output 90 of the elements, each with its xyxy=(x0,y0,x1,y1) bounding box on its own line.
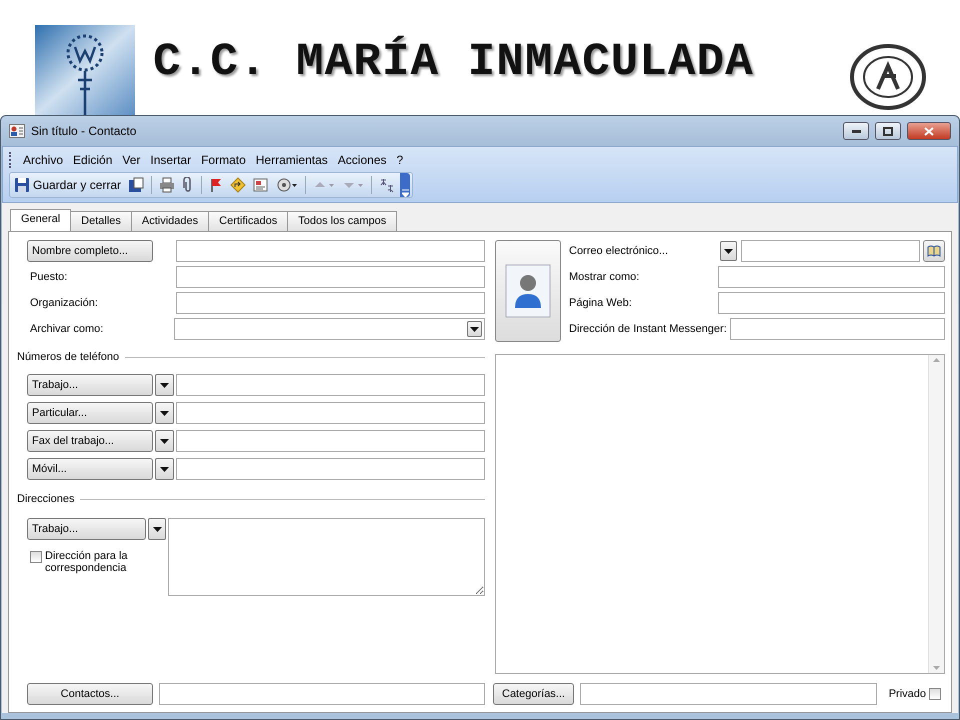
toolbar-options-icon xyxy=(402,189,409,197)
field-label: Mostrar como: xyxy=(569,271,640,283)
dropdown-arrow-icon xyxy=(724,248,733,254)
book-icon xyxy=(927,245,941,257)
tab[interactable]: General xyxy=(10,209,72,231)
input-field[interactable] xyxy=(580,683,877,705)
menu-item[interactable]: ? xyxy=(392,150,408,168)
tab[interactable]: Detalles xyxy=(70,211,132,231)
input-field[interactable] xyxy=(159,683,485,705)
scroll-up-icon xyxy=(933,358,940,362)
checkbox[interactable] xyxy=(30,551,42,563)
dropdown-arrow-icon xyxy=(160,466,169,472)
checkbox[interactable] xyxy=(929,688,941,700)
minimize-button[interactable] xyxy=(843,122,869,140)
address-card-icon xyxy=(253,177,270,193)
person-silhouette-icon xyxy=(505,264,551,318)
input-field[interactable] xyxy=(718,292,945,314)
address-book-button[interactable] xyxy=(923,240,945,262)
field-label: Organización: xyxy=(29,297,99,309)
dropdown-button[interactable] xyxy=(155,458,174,480)
checkbox-label: Dirección para la correspondencia xyxy=(45,550,129,574)
menu-item[interactable]: Formato xyxy=(196,150,251,168)
input-field[interactable] xyxy=(718,266,945,288)
diamond-arrow-icon xyxy=(230,177,246,193)
save-as-icon xyxy=(128,177,144,193)
contact-card-icon xyxy=(9,124,25,138)
email-button[interactable]: Correo electrónico... xyxy=(569,245,718,257)
address-field[interactable] xyxy=(168,518,485,596)
address-type-button[interactable]: Trabajo... xyxy=(27,518,146,540)
close-icon xyxy=(924,126,934,136)
close-button[interactable] xyxy=(907,122,951,140)
dropdown-button[interactable] xyxy=(148,518,166,540)
phone-type-button[interactable]: Particular... xyxy=(27,402,153,424)
input-field[interactable] xyxy=(176,430,485,452)
dropdown-arrow-icon xyxy=(160,438,169,444)
dropdown-arrow-icon xyxy=(152,526,162,532)
input-field[interactable] xyxy=(176,266,485,288)
tab[interactable]: Todos los campos xyxy=(287,211,398,231)
window-title: Sin título - Contacto xyxy=(31,124,138,138)
section-heading: Números de teléfono xyxy=(17,348,485,366)
checkbox-label: Privado xyxy=(888,688,926,700)
phone-icon xyxy=(276,177,298,193)
input-field[interactable] xyxy=(176,458,485,480)
save-as-button[interactable] xyxy=(126,176,146,194)
section-heading: Direcciones xyxy=(17,490,485,508)
dropdown-button[interactable] xyxy=(155,374,174,396)
dropdown-arrow-icon xyxy=(160,410,169,416)
dropdown-arrow-icon xyxy=(470,326,479,332)
flag-icon xyxy=(209,177,224,193)
menu-item[interactable]: Herramientas xyxy=(250,150,333,168)
menu-item[interactable]: Edición xyxy=(68,150,118,168)
input-field[interactable] xyxy=(176,374,485,396)
menu-item[interactable]: Acciones xyxy=(332,150,392,168)
scroll-down-icon xyxy=(933,666,940,670)
dropdown-arrow-icon xyxy=(160,382,169,388)
field-label: Archivar como: xyxy=(29,323,104,335)
maximize-button[interactable] xyxy=(875,122,901,140)
slide-title: C.C. MARÍA INMACULADA xyxy=(153,36,755,88)
maximize-icon xyxy=(883,126,893,136)
dropdown-button[interactable] xyxy=(155,430,174,452)
menu-item[interactable]: Insertar xyxy=(145,150,196,168)
translate-icon xyxy=(379,177,396,193)
field-label: Página Web: xyxy=(569,297,633,309)
diamond-arrow-button[interactable] xyxy=(228,176,248,194)
input-field[interactable] xyxy=(741,240,920,262)
input-field[interactable] xyxy=(176,240,485,262)
input-field[interactable] xyxy=(176,292,485,314)
phone-type-button[interactable]: Fax del trabajo... xyxy=(27,430,153,452)
menu-item[interactable]: Ver xyxy=(117,150,146,168)
input-field[interactable] xyxy=(730,318,945,340)
dropdown-button[interactable] xyxy=(155,402,174,424)
full-name-button[interactable]: Nombre completo... xyxy=(27,240,153,262)
phone-type-button[interactable]: Trabajo... xyxy=(27,374,153,396)
dropdown-button[interactable] xyxy=(720,241,737,261)
phone-type-button[interactable]: Móvil... xyxy=(27,458,153,480)
menu-item[interactable]: Archivo xyxy=(18,150,68,168)
tab[interactable]: Certificados xyxy=(208,211,288,231)
field-label: Dirección de Instant Messenger: xyxy=(569,323,728,335)
field-label: Puesto: xyxy=(29,271,68,283)
notes-field[interactable] xyxy=(495,354,945,674)
print-icon xyxy=(159,177,176,193)
contacts-button[interactable]: Contactos... xyxy=(27,683,153,705)
dropdown-field[interactable] xyxy=(174,318,485,340)
input-field[interactable] xyxy=(176,402,485,424)
contact-photo-button[interactable] xyxy=(495,240,561,342)
tab[interactable]: Actividades xyxy=(130,211,210,231)
scrollbar[interactable] xyxy=(928,355,944,673)
minimize-icon xyxy=(852,130,860,132)
categories-button[interactable]: Categorías... xyxy=(493,683,574,705)
save-close-button[interactable]: Guardar y cerrar xyxy=(12,176,124,194)
